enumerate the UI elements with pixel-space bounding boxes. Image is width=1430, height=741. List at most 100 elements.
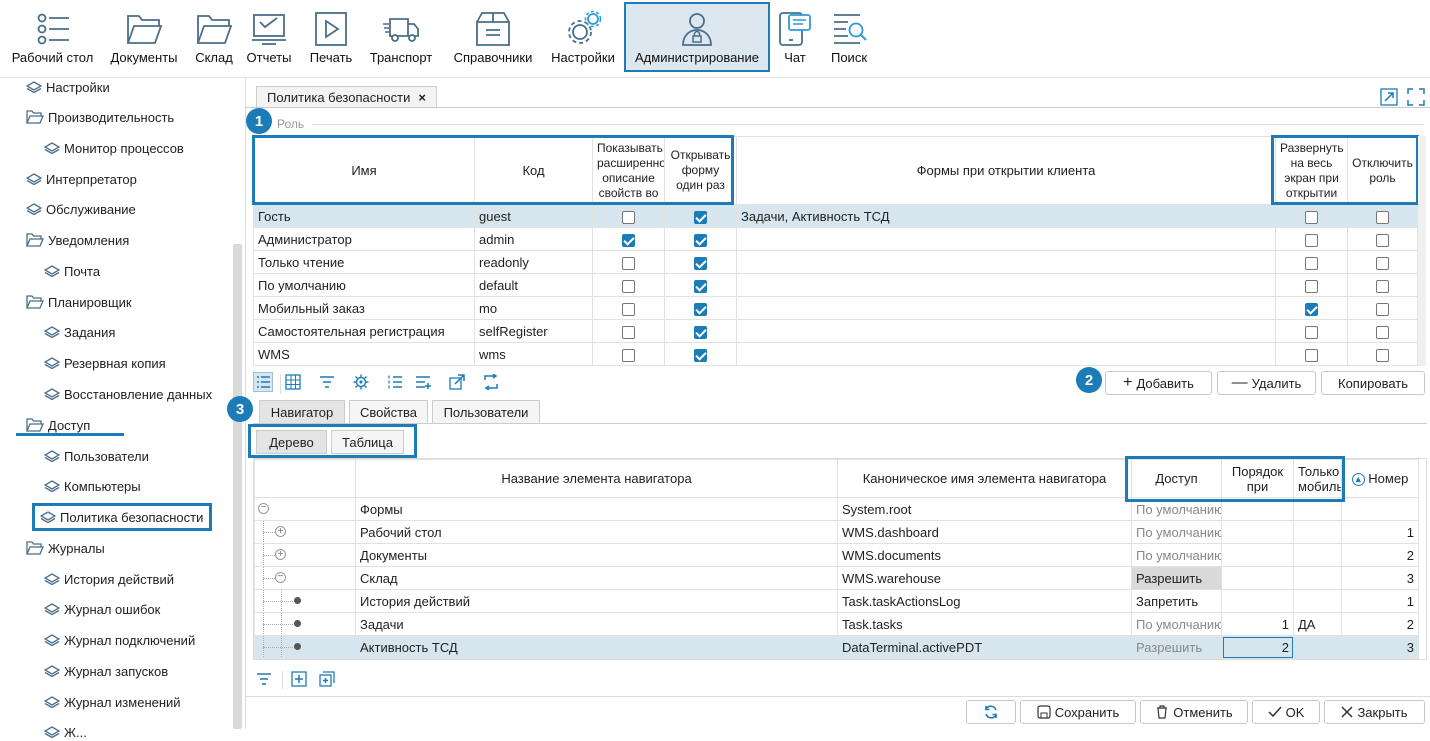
cancel-button[interactable]: Отменить (1140, 700, 1248, 724)
close-button[interactable]: Закрыть (1324, 700, 1425, 724)
nav-access[interactable]: Разрешить (1131, 566, 1222, 590)
role-row[interactable]: Администратор admin (253, 227, 1418, 251)
ext-desc-checkbox[interactable] (622, 233, 635, 247)
toolbar-item-1[interactable]: Документы (104, 0, 184, 78)
tab-table[interactable]: Таблица (331, 430, 404, 454)
maximize-icon[interactable] (1380, 88, 1398, 106)
sidebar-item-1[interactable]: Производительность (26, 108, 174, 126)
nav-col-header-5[interactable]: ▲ Номер (1341, 459, 1419, 498)
tab-tree[interactable]: Дерево (256, 430, 327, 454)
sidebar-item-0[interactable]: Настройки (26, 78, 110, 96)
sidebar-scrollbar[interactable] (233, 244, 242, 729)
ext-desc-checkbox[interactable] (622, 210, 635, 224)
fullscreen-checkbox[interactable] (1305, 325, 1318, 339)
numbered-list-icon[interactable] (385, 372, 405, 392)
disable-role-checkbox[interactable] (1376, 210, 1389, 224)
nav-row[interactable]: − Склад WMS.warehouse Разрешить 3 (254, 566, 1419, 590)
sidebar-item-20[interactable]: Журнал изменений (44, 693, 181, 711)
sidebar-item-5[interactable]: Уведомления (26, 231, 129, 249)
nav-access[interactable]: По умолчанию (1131, 520, 1222, 544)
fullscreen-checkbox[interactable] (1305, 348, 1318, 362)
nav-mobile[interactable] (1293, 589, 1342, 613)
add-button[interactable]: + Добавить (1105, 371, 1212, 395)
toolbar-item-0[interactable]: Рабочий стол (5, 0, 100, 78)
fullscreen-checkbox[interactable] (1305, 210, 1318, 224)
nav-row[interactable]: Задачи Task.tasks По умолчанию 1 ДА 2 (254, 612, 1419, 636)
refresh-button[interactable] (966, 700, 1016, 724)
sidebar-item-16[interactable]: История действий (44, 570, 174, 588)
copy-button[interactable]: Копировать (1321, 371, 1425, 395)
tree-expand-icon[interactable]: + (275, 526, 286, 537)
toolbar-item-7[interactable]: Настройки (546, 0, 620, 78)
nav-row[interactable]: + Документы WMS.documents По умолчанию 2 (254, 543, 1419, 567)
role-row[interactable]: Самостоятельная регистрация selfRegister (253, 319, 1418, 343)
ext-desc-checkbox[interactable] (622, 302, 635, 316)
fullscreen-checkbox[interactable] (1305, 279, 1318, 293)
delete-button[interactable]: — Удалить (1217, 371, 1316, 395)
nav-row[interactable]: Активность ТСД DataTerminal.activePDT Разр… (254, 635, 1419, 659)
toolbar-item-2[interactable]: Склад (190, 0, 238, 78)
role-row[interactable]: WMS wms (253, 342, 1418, 366)
sidebar-item-2[interactable]: Монитор процессов (44, 139, 184, 157)
nav-order[interactable] (1221, 566, 1294, 590)
open-once-checkbox[interactable] (694, 233, 707, 247)
list-view-icon[interactable] (253, 372, 273, 392)
sidebar-item-18[interactable]: Журнал подключений (44, 631, 195, 649)
open-once-checkbox[interactable] (694, 302, 707, 316)
tab-security-policy[interactable]: Политика безопасности × (256, 86, 437, 108)
open-once-checkbox[interactable] (694, 256, 707, 270)
fullscreen-icon[interactable] (1407, 88, 1425, 106)
sidebar-item-7[interactable]: Планировщик (26, 293, 132, 311)
sidebar-item-14[interactable]: Политика безопасности (32, 503, 213, 531)
fullscreen-checkbox[interactable] (1305, 233, 1318, 247)
ext-desc-checkbox[interactable] (622, 325, 635, 339)
nav-row[interactable]: История действий Task.taskActionsLog Запре… (254, 589, 1419, 613)
expand-all-icon[interactable] (289, 669, 309, 689)
grid-view-icon[interactable] (283, 372, 303, 392)
sidebar-item-11[interactable]: Доступ (26, 416, 90, 434)
sidebar-item-21[interactable]: Ж... (44, 723, 87, 741)
open-once-checkbox[interactable] (694, 348, 707, 362)
nav-order[interactable] (1221, 543, 1294, 567)
nav-mobile[interactable] (1293, 520, 1342, 544)
nav-filter-icon[interactable] (254, 669, 274, 689)
add-list-icon[interactable] (413, 372, 433, 392)
disable-role-checkbox[interactable] (1376, 325, 1389, 339)
sidebar-item-17[interactable]: Журнал ошибок (44, 600, 160, 618)
nav-access[interactable]: Запретить (1131, 589, 1222, 613)
nav-col-header-0[interactable]: Название элемента навигатора (355, 459, 838, 498)
nav-row[interactable]: + Рабочий стол WMS.dashboard По умолчанию 1 (254, 520, 1419, 544)
nav-access[interactable]: По умолчанию (1131, 612, 1222, 636)
fullscreen-checkbox[interactable] (1305, 302, 1318, 316)
tree-collapse-icon[interactable]: − (258, 503, 269, 514)
nav-order[interactable] (1221, 520, 1294, 544)
roles-col-header-4[interactable]: Формы при открытии клиента (736, 136, 1276, 205)
sidebar-item-19[interactable]: Журнал запусков (44, 662, 168, 680)
tab-close-icon[interactable]: × (418, 90, 426, 105)
disable-role-checkbox[interactable] (1376, 348, 1389, 362)
sidebar-item-4[interactable]: Обслуживание (26, 200, 136, 218)
sidebar-item-10[interactable]: Восстановление данных (44, 385, 212, 403)
sidebar-item-15[interactable]: Журналы (26, 539, 105, 557)
nav-access[interactable]: Разрешить (1131, 635, 1222, 659)
fullscreen-checkbox[interactable] (1305, 256, 1318, 270)
role-row[interactable]: По умолчанию default (253, 273, 1418, 297)
sidebar-item-8[interactable]: Задания (44, 323, 115, 341)
sidebar-item-6[interactable]: Почта (44, 262, 100, 280)
toolbar-item-4[interactable]: Печать (306, 0, 356, 78)
ext-desc-checkbox[interactable] (622, 256, 635, 270)
toolbar-item-3[interactable]: Отчеты (243, 0, 295, 78)
ext-desc-checkbox[interactable] (622, 348, 635, 362)
toolbar-item-5[interactable]: Транспорт (365, 0, 437, 78)
tab-users[interactable]: Пользователи (432, 400, 540, 424)
nav-access[interactable]: По умолчанию (1131, 543, 1222, 567)
disable-role-checkbox[interactable] (1376, 279, 1389, 293)
nav-mobile[interactable] (1293, 543, 1342, 567)
toolbar-item-8[interactable]: Администрирование (624, 2, 770, 72)
sidebar-item-9[interactable]: Резервная копия (44, 354, 166, 372)
nav-order[interactable]: 1 (1221, 612, 1294, 636)
role-row[interactable]: Мобильный заказ mo (253, 296, 1418, 320)
toolbar-item-6[interactable]: Справочники (447, 0, 539, 78)
sidebar-item-3[interactable]: Интерпретатор (26, 170, 137, 188)
save-button[interactable]: Сохранить (1020, 700, 1136, 724)
